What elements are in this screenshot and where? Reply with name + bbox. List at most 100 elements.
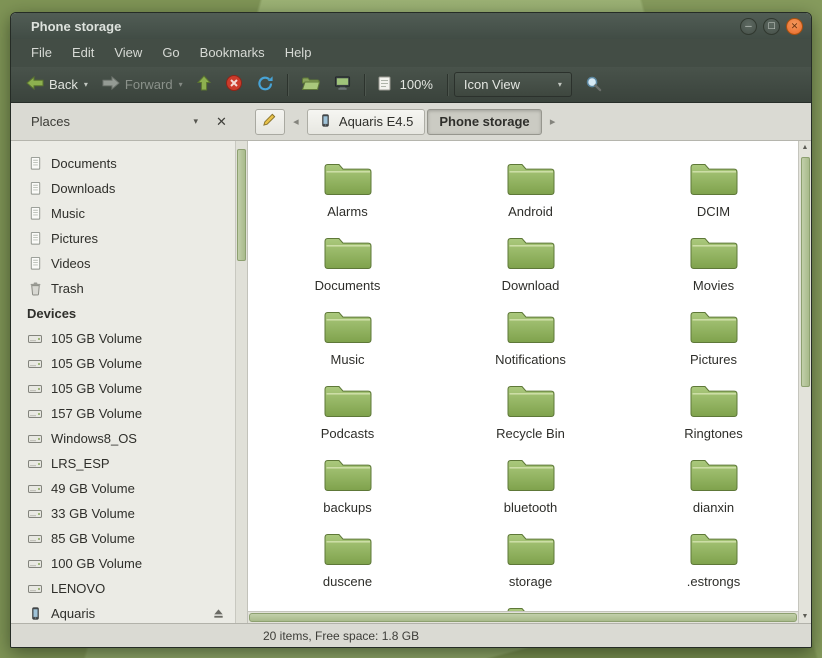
sidebar-item-downloads[interactable]: Downloads <box>11 176 247 201</box>
places-label: Places <box>31 114 70 129</box>
drive-icon <box>27 531 43 547</box>
folder-movies[interactable]: Movies <box>622 233 798 307</box>
pencil-icon <box>262 112 277 132</box>
sidebar-item-157-gb-volume[interactable]: 157 GB Volume <box>11 401 247 426</box>
sidebar-item-trash[interactable]: Trash <box>11 276 247 301</box>
folder-backups[interactable]: backups <box>256 455 439 529</box>
sidebar-item-aquaris[interactable]: Aquaris <box>11 601 247 623</box>
sidebar-scrollbar-thumb[interactable] <box>237 149 246 261</box>
edit-location-button[interactable] <box>255 109 285 135</box>
sidebar: Documents DownloadsMusicPicturesVideosTra… <box>11 141 248 623</box>
sidebar-item-49-gb-volume[interactable]: 49 GB Volume <box>11 476 247 501</box>
breadcrumb-aquaris-e4-5[interactable]: Aquaris E4.5 <box>307 109 425 135</box>
up-button[interactable] <box>190 71 218 98</box>
sidebar-item-33-gb-volume[interactable]: 33 GB Volume <box>11 501 247 526</box>
menu-item-go[interactable]: Go <box>152 39 189 67</box>
folder-ringtones[interactable]: Ringtones <box>622 381 798 455</box>
menu-item-help[interactable]: Help <box>275 39 322 67</box>
chevron-down-icon: ▾ <box>558 80 562 89</box>
vertical-scrollbar-thumb[interactable] <box>801 157 810 387</box>
stop-icon <box>225 74 243 95</box>
folder-label: bluetooth <box>504 500 558 515</box>
folder-icon <box>323 381 373 424</box>
chevron-down-icon: ▾ <box>84 80 88 89</box>
zoom-button[interactable] <box>371 72 398 98</box>
menu-item-view[interactable]: View <box>104 39 152 67</box>
computer-button[interactable] <box>327 71 358 98</box>
close-button[interactable]: ✕ <box>786 18 803 35</box>
sidebar-item-videos[interactable]: Videos <box>11 251 247 276</box>
breadcrumb-right-button[interactable]: ▸ <box>545 110 561 134</box>
sidebar-item-105-gb-volume[interactable]: 105 GB Volume <box>11 376 247 401</box>
folder-recycle-bin[interactable]: Recycle Bin <box>439 381 622 455</box>
horizontal-scrollbar-thumb[interactable] <box>249 613 797 622</box>
search-button[interactable] <box>578 71 609 99</box>
file-manager-window: Phone storage ─ ☐ ✕ FileEditViewGoBookma… <box>10 12 812 648</box>
folder-documents[interactable]: Documents <box>256 233 439 307</box>
breadcrumb-left-button[interactable]: ◂ <box>288 110 304 134</box>
close-sidebar-icon[interactable]: ✕ <box>210 112 233 132</box>
folder-pictures[interactable]: Pictures <box>622 307 798 381</box>
toolbar-separator <box>364 74 365 96</box>
menu-item-bookmarks[interactable]: Bookmarks <box>190 39 275 67</box>
folder-icon <box>506 529 556 572</box>
back-button[interactable]: Back ▾ <box>19 72 95 97</box>
maximize-button[interactable]: ☐ <box>763 18 780 35</box>
folder-icon <box>323 307 373 350</box>
folder-label: Android <box>508 204 553 219</box>
sidebar-item-pictures[interactable]: Pictures <box>11 226 247 251</box>
folder-podcasts[interactable]: Podcasts <box>256 381 439 455</box>
sidebar-item-100-gb-volume[interactable]: 100 GB Volume <box>11 551 247 576</box>
vertical-scrollbar[interactable]: ▲ ▼ <box>798 141 811 623</box>
menu-item-edit[interactable]: Edit <box>62 39 104 67</box>
sidebar-item-windows8-os[interactable]: Windows8_OS <box>11 426 247 451</box>
sidebar-item-105-gb-volume[interactable]: 105 GB Volume <box>11 326 247 351</box>
folder-download[interactable]: Download <box>439 233 622 307</box>
home-button[interactable] <box>294 72 327 98</box>
scroll-up-icon[interactable]: ▲ <box>802 144 809 151</box>
view-mode-label: Icon View <box>464 77 520 92</box>
folder-partially-visible[interactable] <box>439 603 622 611</box>
up-icon <box>197 75 211 94</box>
view-mode-select[interactable]: Icon View ▾ <box>454 72 572 97</box>
forward-button[interactable]: Forward ▾ <box>95 72 190 97</box>
places-selector[interactable]: Places ▾ <box>21 111 206 132</box>
refresh-button[interactable] <box>250 71 281 99</box>
folder-estrongs[interactable]: .estrongs <box>622 529 798 603</box>
sidebar-item-label: 33 GB Volume <box>51 506 135 521</box>
breadcrumb-phone-storage[interactable]: Phone storage <box>427 109 541 135</box>
drive-icon <box>27 556 43 572</box>
sidebar-scrollbar[interactable] <box>235 141 247 623</box>
folder-label: Recycle Bin <box>496 426 565 441</box>
sidebar-item-lrs-esp[interactable]: LRS_ESP <box>11 451 247 476</box>
scroll-down-icon[interactable]: ▼ <box>802 613 809 620</box>
eject-icon[interactable] <box>212 607 225 620</box>
sidebar-item-documents[interactable]: Documents <box>11 151 247 176</box>
menubar: FileEditViewGoBookmarksHelp <box>11 39 811 67</box>
folder-dianxin[interactable]: dianxin <box>622 455 798 529</box>
folder-dcim[interactable]: DCIM <box>622 159 798 233</box>
titlebar[interactable]: Phone storage ─ ☐ ✕ <box>11 13 811 39</box>
folder-music[interactable]: Music <box>256 307 439 381</box>
folder-label: backups <box>323 500 371 515</box>
stop-button[interactable] <box>218 70 250 99</box>
minimize-button[interactable]: ─ <box>740 18 757 35</box>
sidebar-item-85-gb-volume[interactable]: 85 GB Volume <box>11 526 247 551</box>
horizontal-scrollbar[interactable] <box>248 611 798 623</box>
icon-view: Alarms Android DCIM DocumentsDownloadMovies… <box>248 141 798 611</box>
folder-notifications[interactable]: Notifications <box>439 307 622 381</box>
refresh-icon <box>257 75 274 95</box>
folder-bluetooth[interactable]: bluetooth <box>439 455 622 529</box>
sidebar-item-105-gb-volume[interactable]: 105 GB Volume <box>11 351 247 376</box>
sidebar-item-lenovo[interactable]: LENOVO <box>11 576 247 601</box>
sidebar-item-music[interactable]: Music <box>11 201 247 226</box>
sidebar-item-label: Documents <box>51 156 117 171</box>
folder-android[interactable]: Android <box>439 159 622 233</box>
toolbar: Back ▾ Forward ▾ 100% Icon V <box>11 67 811 103</box>
menu-item-file[interactable]: File <box>21 39 62 67</box>
folder-storage[interactable]: storage <box>439 529 622 603</box>
folder-duscene[interactable]: duscene <box>256 529 439 603</box>
sidebar-item-label: 105 GB Volume <box>51 381 142 396</box>
sidebar-item-label: 105 GB Volume <box>51 331 142 346</box>
folder-alarms[interactable]: Alarms <box>256 159 439 233</box>
